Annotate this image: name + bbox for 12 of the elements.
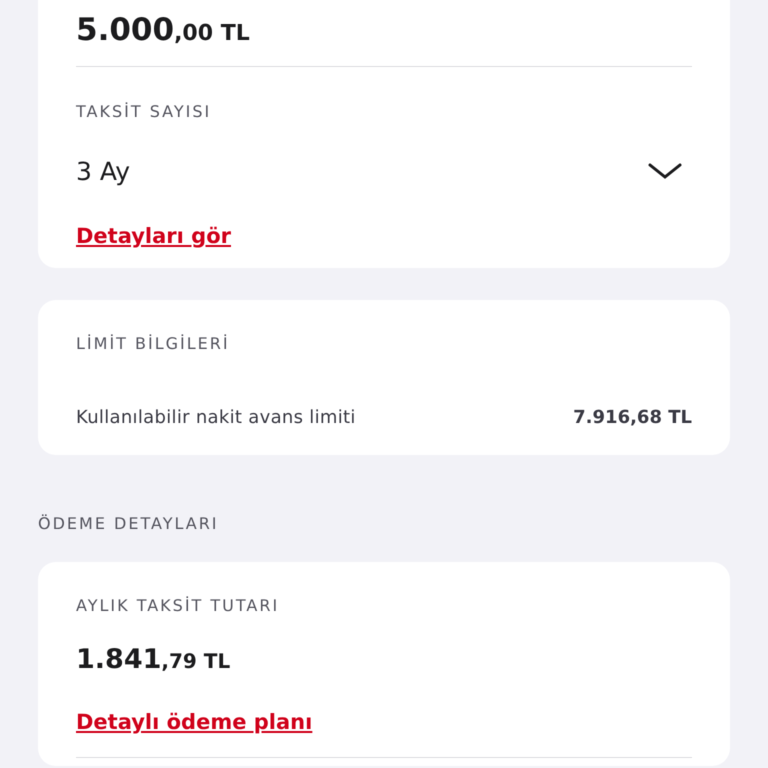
limit-value: 7.916,68 TL [573, 406, 692, 430]
installment-dropdown[interactable]: 3 Ay [76, 153, 692, 189]
payment-plan-link[interactable]: Detaylı ödeme planı [76, 707, 312, 737]
monthly-label: AYLIK TAKSİT TUTARI [76, 595, 280, 617]
monthly-amount: 1.841,79 TL [76, 643, 232, 677]
section-title: ÖDEME DETAYLARI [38, 513, 220, 535]
chevron-down-icon [648, 162, 682, 180]
amount-text: 5.000,00 TL [76, 11, 251, 50]
installment-label: TAKSİT SAYISI [76, 101, 212, 123]
limit-label: Kullanılabilir nakit avans limiti [76, 406, 356, 430]
details-link[interactable]: Detayları gör [76, 221, 231, 251]
limit-title: LİMİT BİLGİLERİ [76, 333, 231, 355]
